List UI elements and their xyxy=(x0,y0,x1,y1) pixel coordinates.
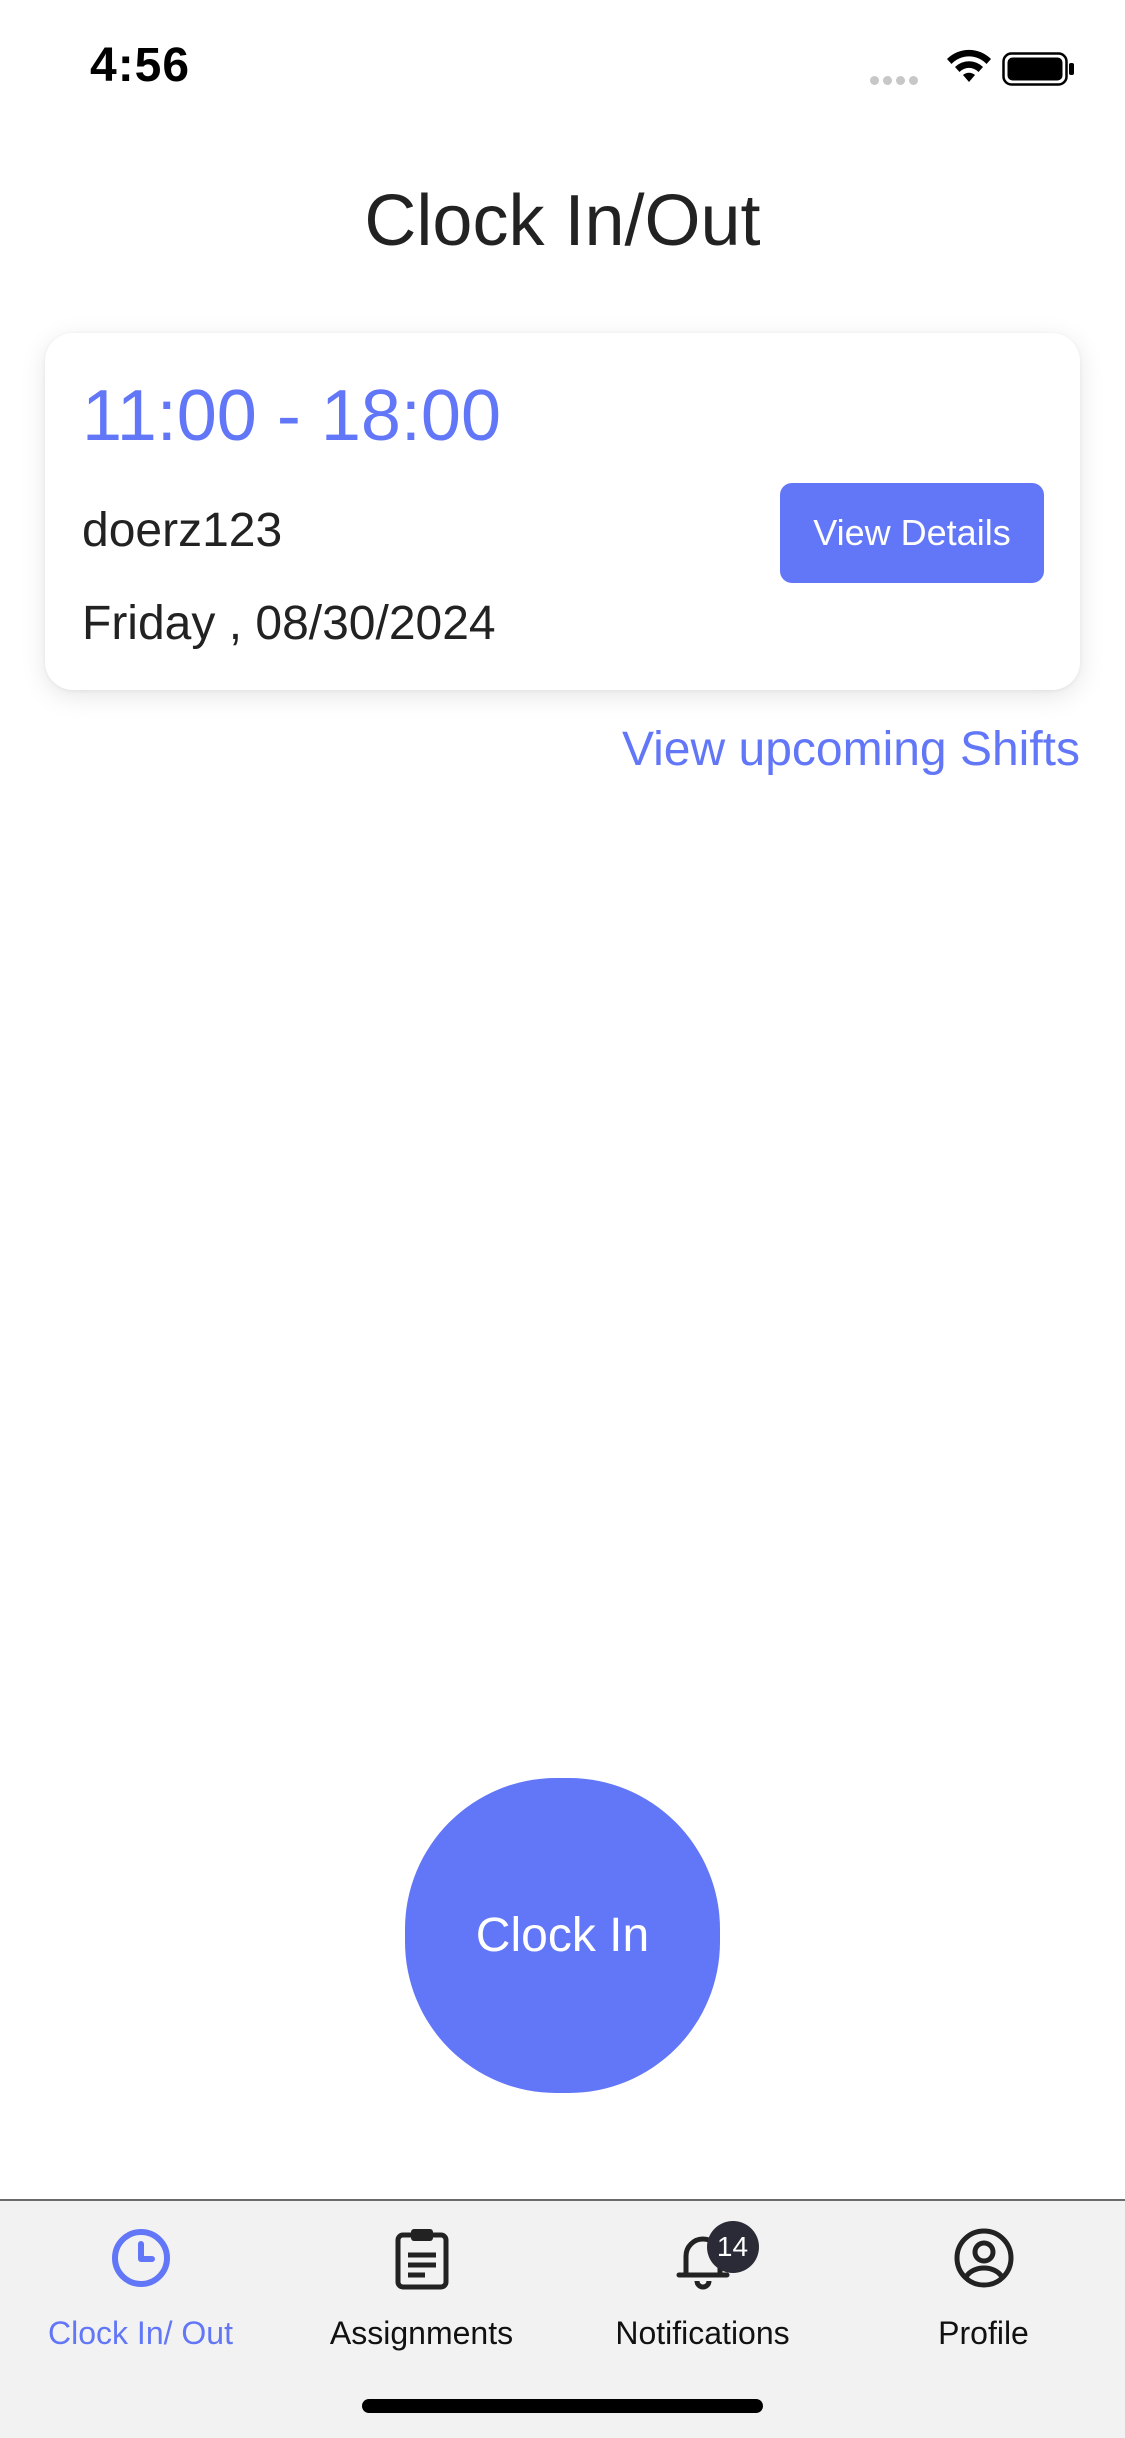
shift-card: 11:00 - 18:00 doerz123 Friday , 08/30/20… xyxy=(45,333,1080,690)
status-time: 4:56 xyxy=(90,39,191,92)
tab-clock-in-out[interactable]: Clock In/ Out xyxy=(0,2201,281,2381)
view-upcoming-shifts-link[interactable]: View upcoming Shifts xyxy=(622,722,1080,777)
tab-profile[interactable]: Profile xyxy=(843,2201,1124,2381)
home-indicator xyxy=(362,2399,763,2413)
tab-label: Clock In/ Out xyxy=(48,2315,233,2351)
user-circle-icon xyxy=(954,2228,1013,2288)
clock-icon xyxy=(111,2229,170,2287)
shift-date: Friday , 08/30/2024 xyxy=(82,597,496,650)
tab-label: Profile xyxy=(938,2315,1029,2351)
page-title: Clock In/Out xyxy=(364,181,761,261)
tab-label: Assignments xyxy=(329,2315,514,2351)
tab-assignments[interactable]: Assignments xyxy=(281,2201,562,2381)
status-indicators xyxy=(870,48,1080,88)
notification-count-badge: 14 xyxy=(706,2221,759,2273)
shift-username: doerz123 xyxy=(82,504,283,557)
status-bar: 4:56 xyxy=(0,0,1125,132)
clipboard-icon xyxy=(395,2229,448,2290)
battery-icon xyxy=(1002,52,1074,86)
wifi-icon xyxy=(947,49,991,82)
shift-time-range: 11:00 - 18:00 xyxy=(82,376,501,456)
view-details-button[interactable]: View Details xyxy=(780,483,1044,583)
signal-icon xyxy=(870,72,922,90)
tab-bar: Clock In/ Out Assignments 14 Notificatio… xyxy=(0,2199,1125,2438)
clock-in-button[interactable]: Clock In xyxy=(405,1778,720,2093)
tab-notifications[interactable]: 14 Notifications xyxy=(562,2201,843,2381)
tab-label: Notifications xyxy=(615,2315,790,2351)
